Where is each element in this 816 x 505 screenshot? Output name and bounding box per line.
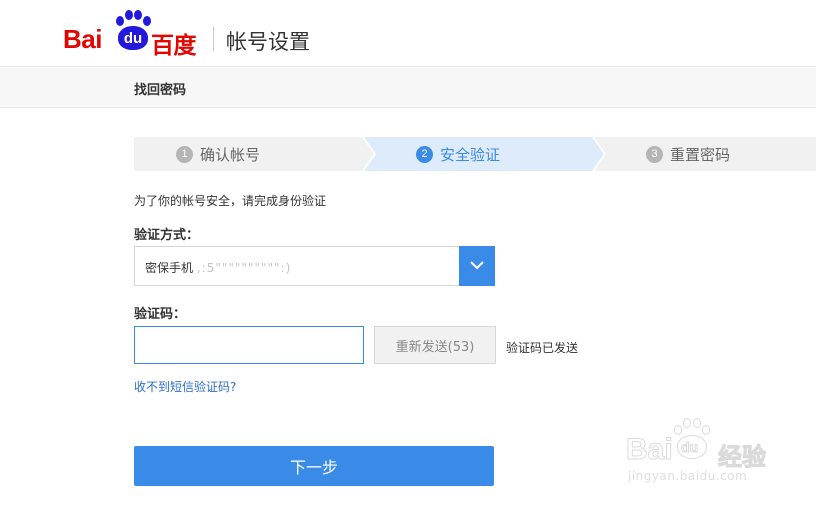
resend-button[interactable]: 重新发送(53)	[374, 326, 496, 364]
section-title: 找回密码	[134, 83, 187, 98]
step-label-2: 安全验证	[440, 146, 501, 164]
watermark-du-text: du	[680, 439, 699, 456]
paw-icon: du	[113, 8, 153, 56]
dropdown-button[interactable]	[459, 246, 495, 286]
code-sent-status: 验证码已发送	[506, 341, 579, 355]
page-header: Bai du 百度 帐号设置	[0, 0, 816, 66]
selected-method-value: 密保手机	[145, 261, 194, 275]
step-label-1: 确认帐号	[200, 146, 261, 164]
method-label: 验证方式：	[134, 228, 200, 243]
sub-nav-bar: 找回密码	[0, 66, 816, 108]
code-label: 验证码：	[134, 307, 187, 322]
logo-cn-text: 百度	[151, 33, 197, 59]
chevron-down-icon	[470, 261, 484, 270]
step-number-2: 2	[416, 146, 433, 163]
watermark-cn-text: 经验	[718, 443, 767, 472]
step-label-3: 重置密码	[670, 146, 731, 164]
step-progress: 1 确认帐号 2 安全验证 3 重置密码	[134, 137, 816, 171]
verify-tip: 为了你的帐号安全，请完成身份验证	[134, 194, 327, 208]
watermark-url: jingyan.baidu.com	[628, 469, 748, 483]
step-confirm-account: 1 确认帐号	[176, 144, 260, 165]
logo-bai-text: Bai	[63, 24, 102, 54]
step-security-verify: 2 安全验证	[416, 144, 500, 165]
no-sms-link[interactable]: 收不到短信验证码?	[134, 378, 236, 395]
baidu-jingyan-watermark: Bai du 经验 jingyan.baidu.com	[626, 415, 806, 490]
masked-phone: ,:5"""""""""":)	[196, 261, 292, 275]
watermark-paw-icon: du	[672, 417, 712, 463]
step-number-3: 3	[646, 146, 663, 163]
watermark-bai-text: Bai	[626, 433, 674, 467]
next-step-button[interactable]: 下一步	[134, 446, 494, 486]
page-title: 帐号设置	[226, 30, 310, 54]
step-number-1: 1	[176, 146, 193, 163]
selected-method: 密保手机 ,:5"""""""""":)	[145, 259, 291, 276]
header-divider	[213, 27, 214, 51]
baidu-logo[interactable]: Bai du 百度	[63, 8, 203, 59]
logo-du-text: du	[123, 30, 143, 47]
verification-code-input[interactable]	[134, 326, 364, 364]
step-reset-password: 3 重置密码	[646, 144, 730, 165]
verify-method-select[interactable]: 密保手机 ,:5"""""""""":)	[134, 246, 495, 286]
